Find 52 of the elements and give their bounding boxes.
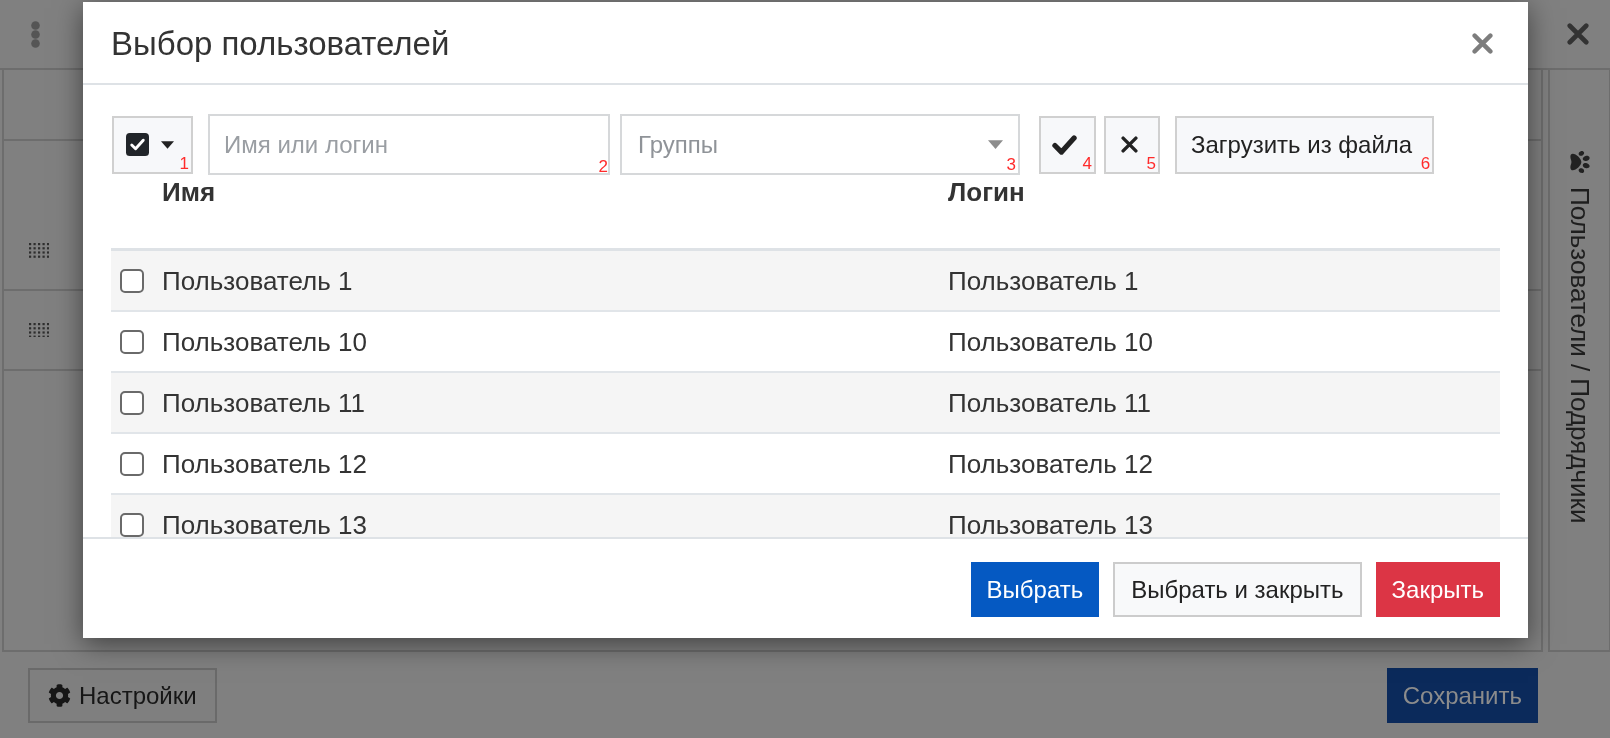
caret-icon — [160, 140, 174, 149]
table-row[interactable]: Пользователь 13 Пользователь 13 — [111, 495, 1500, 537]
table-cell-text: Пользователь 1 — [162, 265, 354, 296]
more-icon — [31, 20, 40, 48]
clear-button[interactable]: 5 — [1104, 115, 1160, 174]
groups-select[interactable]: Группы 3 — [620, 114, 1020, 175]
table-cell-text: Пользователь 12 — [948, 448, 1154, 479]
annotation-number: 1 — [179, 154, 189, 172]
annotation-number: 2 — [598, 158, 608, 175]
annotation-number: 5 — [1146, 154, 1156, 172]
table-row[interactable]: Пользователь 1 Пользователь 1 — [111, 251, 1500, 312]
checkbox[interactable] — [120, 451, 144, 476]
table-cell-text: Пользователь 11 — [948, 387, 1152, 418]
drag-handle-icon[interactable] — [29, 243, 50, 258]
dialog-title: Выбор пользователей — [111, 24, 450, 63]
select-all-button[interactable]: 1 — [112, 115, 193, 174]
annotation-number: 4 — [1082, 154, 1092, 172]
close-icon — [1567, 23, 1589, 45]
column-header: Логин — [948, 177, 1026, 207]
table-cell-text: Пользователь 10 — [162, 326, 368, 357]
close-button[interactable] — [1567, 23, 1589, 45]
table-cell-text: Пользователь 1 — [948, 265, 1140, 296]
table-cell-text: Пользователь 12 — [162, 448, 368, 479]
check-icon — [1052, 134, 1077, 155]
settings-button[interactable]: Настройки — [28, 668, 217, 723]
table-row[interactable]: Пользователь 11 Пользователь 11 — [111, 373, 1500, 434]
load-from-file-button[interactable]: Загрузить из файла 6 — [1175, 115, 1435, 174]
apply-button[interactable]: 4 — [1039, 115, 1096, 174]
checkbox[interactable] — [120, 512, 144, 537]
close-icon — [1472, 33, 1493, 54]
table-cell-text: Пользователь 10 — [948, 326, 1154, 357]
save-button[interactable]: Сохранить — [1386, 668, 1538, 723]
side-tab[interactable]: Пользователи / Подрядчики — [1548, 70, 1610, 652]
drag-handle-icon[interactable] — [29, 322, 50, 338]
checkbox[interactable] — [120, 390, 144, 415]
caret-icon — [988, 140, 1003, 149]
select-button[interactable]: Выбрать — [970, 562, 1100, 617]
checkbox[interactable] — [120, 268, 144, 293]
checkbox[interactable] — [125, 133, 149, 156]
table-cell-text: Пользователь 13 — [948, 509, 1154, 537]
close-button[interactable]: Закрыть — [1375, 562, 1500, 617]
settings-icon — [48, 684, 71, 707]
paw-icon — [1568, 151, 1591, 173]
annotation-number: 3 — [1006, 156, 1016, 173]
checkbox[interactable] — [120, 329, 144, 354]
close-button[interactable] — [1472, 33, 1493, 54]
cross-icon — [1120, 136, 1138, 153]
table-cell-text: Пользователь 13 — [162, 509, 368, 537]
annotation-number: 6 — [1420, 154, 1431, 172]
select-and-close-button[interactable]: Выбрать и закрыть — [1113, 562, 1362, 617]
table-cell-text: Пользователь 11 — [162, 387, 366, 418]
column-header: Имя — [162, 177, 217, 207]
